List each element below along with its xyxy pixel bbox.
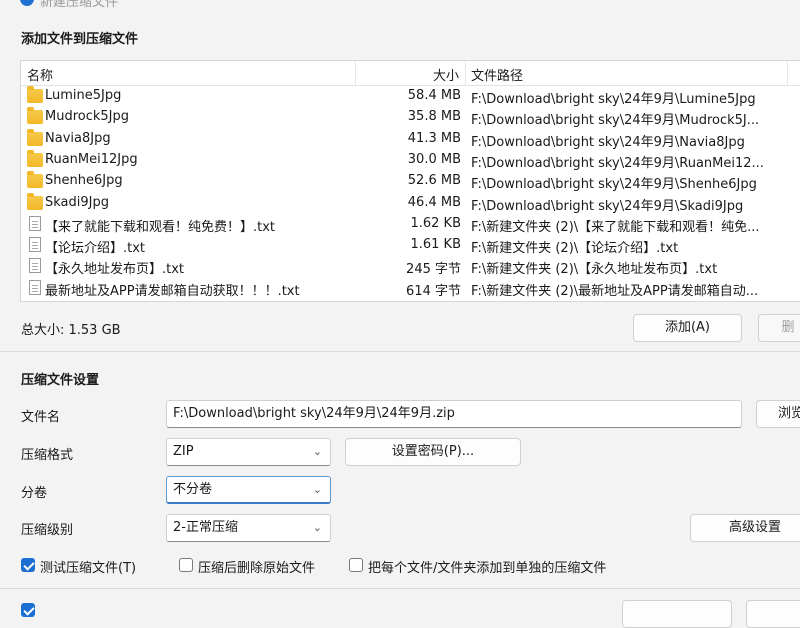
- item-path: F:\Download\bright sky\24年9月\Lumine5Jpg: [471, 92, 756, 107]
- item-size: 1.62 KB: [410, 215, 461, 231]
- list-item[interactable]: Shenhe6Jpg 52.6 MB F:\Download\bright sky\…: [21, 171, 800, 192]
- text-file-icon: [29, 215, 41, 231]
- item-path: F:\Download\bright sky\24年9月\RuanMei12..…: [471, 155, 764, 171]
- format-select[interactable]: ZIP ⌄: [166, 438, 331, 466]
- settings-section-title: 压缩文件设置: [21, 373, 100, 388]
- chevron-down-icon: ⌄: [312, 445, 322, 458]
- item-path: F:\新建文件夹 (2)\【来了就能下载和观看！纯免...: [471, 219, 760, 235]
- ok-button[interactable]: [622, 600, 732, 628]
- column-header-size[interactable]: 大小: [433, 65, 459, 84]
- list-header: 名称 大小 文件路径: [21, 61, 800, 86]
- item-size: 30.0 MB: [407, 151, 461, 167]
- item-size: 41.3 MB: [407, 130, 461, 146]
- item-name: RuanMei12Jpg: [45, 151, 138, 167]
- folder-icon: [27, 149, 43, 167]
- text-file-icon: [29, 237, 41, 253]
- divider: [0, 351, 800, 352]
- item-name: Navia8Jpg: [45, 130, 111, 146]
- bottom-checkbox[interactable]: [21, 603, 35, 617]
- test-archive-label[interactable]: 测试压缩文件(T): [40, 557, 136, 576]
- format-select-value: ZIP: [173, 444, 194, 459]
- test-archive-checkbox[interactable]: [21, 558, 35, 572]
- item-name: Skadi9Jpg: [45, 194, 109, 210]
- delete-after-checkbox[interactable]: [179, 558, 193, 572]
- item-path: F:\Download\bright sky\24年9月\Shenhe6Jpg: [471, 177, 757, 193]
- folder-icon: [27, 171, 43, 189]
- item-path: F:\新建文件夹 (2)\【论坛介绍】.txt: [471, 241, 679, 257]
- level-select[interactable]: 2-正常压缩 ⌄: [166, 514, 331, 542]
- folder-icon: [27, 128, 43, 146]
- app-icon: [20, 0, 34, 6]
- separate-archives-checkbox[interactable]: [349, 558, 363, 572]
- item-size: 1.61 KB: [410, 237, 461, 253]
- item-name: Shenhe6Jpg: [45, 173, 123, 189]
- text-file-icon: [29, 258, 41, 274]
- folder-icon: [27, 107, 43, 125]
- split-select-value: 不分卷: [173, 482, 213, 497]
- list-item[interactable]: Skadi9Jpg 46.4 MB F:\Download\bright sky\2…: [21, 192, 800, 214]
- item-size: 52.6 MB: [407, 173, 461, 189]
- column-header-name[interactable]: 名称: [27, 65, 53, 84]
- level-select-value: 2-正常压缩: [173, 520, 238, 535]
- filename-label: 文件名: [21, 410, 61, 425]
- item-size: 58.4 MB: [407, 88, 461, 103]
- split-select[interactable]: 不分卷 ⌄: [166, 476, 331, 504]
- item-size: 614 字节: [406, 283, 461, 299]
- item-path: F:\Download\bright sky\24年9月\Mudrock5J..…: [471, 113, 760, 129]
- delete-button[interactable]: 删: [758, 314, 800, 342]
- list-item[interactable]: 【来了就能下载和观看！纯免费！】.txt 1.62 KB F:\新建文件夹 (2)\…: [21, 214, 800, 235]
- split-label: 分卷: [21, 486, 48, 501]
- window-title: 新建压缩文件: [40, 0, 119, 8]
- column-divider[interactable]: [787, 61, 788, 85]
- delete-after-label[interactable]: 压缩后删除原始文件: [198, 557, 315, 576]
- cancel-button[interactable]: [746, 600, 800, 628]
- chevron-down-icon: ⌄: [312, 483, 322, 496]
- list-item[interactable]: 最新地址及APP请发邮箱自动获取！！！.txt 614 字节 F:\新建文件夹 (2…: [21, 278, 800, 299]
- file-list[interactable]: 名称 大小 文件路径 Lumine5Jpg 58.4 MB F:\Download\…: [20, 60, 800, 302]
- list-item[interactable]: 【永久地址发布页】.txt 245 字节 F:\新建文件夹 (2)\【永久地址发布页…: [21, 256, 800, 277]
- column-divider[interactable]: [355, 61, 356, 85]
- set-password-button[interactable]: 设置密码(P)...: [345, 438, 521, 466]
- chevron-down-icon: ⌄: [312, 521, 322, 534]
- folder-icon: [27, 86, 43, 103]
- item-name: 最新地址及APP请发邮箱自动获取！！！.txt: [45, 283, 300, 299]
- files-section-title: 添加文件到压缩文件: [21, 32, 139, 47]
- separate-archives-label[interactable]: 把每个文件/文件夹添加到单独的压缩文件: [368, 557, 606, 576]
- item-name: 【来了就能下载和观看！纯免费！】.txt: [45, 219, 276, 235]
- list-item[interactable]: Mudrock5Jpg 35.8 MB F:\Download\bright sky…: [21, 107, 800, 128]
- column-divider[interactable]: [465, 61, 466, 85]
- browse-button[interactable]: 浏览: [756, 400, 800, 428]
- item-path: F:\新建文件夹 (2)\最新地址及APP请发邮箱自动...: [471, 283, 759, 299]
- column-header-path[interactable]: 文件路径: [471, 65, 523, 84]
- filename-input[interactable]: F:\Download\bright sky\24年9月\24年9月.zip: [166, 400, 742, 428]
- list-item[interactable]: RuanMei12Jpg 30.0 MB F:\Download\bright sk…: [21, 149, 800, 171]
- item-path: F:\新建文件夹 (2)\【永久地址发布页】.txt: [471, 262, 718, 278]
- list-item[interactable]: Navia8Jpg 41.3 MB F:\Download\bright sky\2…: [21, 128, 800, 150]
- advanced-settings-button[interactable]: 高级设置: [690, 514, 800, 542]
- format-label: 压缩格式: [21, 448, 74, 463]
- item-name: Lumine5Jpg: [45, 88, 122, 103]
- list-item[interactable]: Lumine5Jpg 58.4 MB F:\Download\bright sky\…: [21, 86, 800, 107]
- total-size: 总大小: 1.53 GB: [21, 323, 121, 338]
- item-size: 35.8 MB: [407, 109, 461, 125]
- level-label: 压缩级别: [21, 523, 74, 538]
- folder-icon: [27, 192, 43, 210]
- item-size: 245 字节: [406, 262, 461, 278]
- divider: [0, 588, 800, 589]
- item-size: 46.4 MB: [407, 194, 461, 210]
- item-name: Mudrock5Jpg: [45, 109, 130, 125]
- item-path: F:\Download\bright sky\24年9月\Navia8Jpg: [471, 134, 745, 150]
- text-file-icon: [29, 279, 41, 295]
- list-item[interactable]: 【论坛介绍】.txt 1.61 KB F:\新建文件夹 (2)\【论坛介绍】.txt: [21, 235, 800, 256]
- title-bar: 新建压缩文件: [0, 0, 800, 8]
- item-name: 【论坛介绍】.txt: [45, 241, 146, 257]
- item-path: F:\Download\bright sky\24年9月\Skadi9Jpg: [471, 198, 744, 214]
- item-name: 【永久地址发布页】.txt: [45, 262, 185, 278]
- add-button[interactable]: 添加(A): [633, 314, 742, 342]
